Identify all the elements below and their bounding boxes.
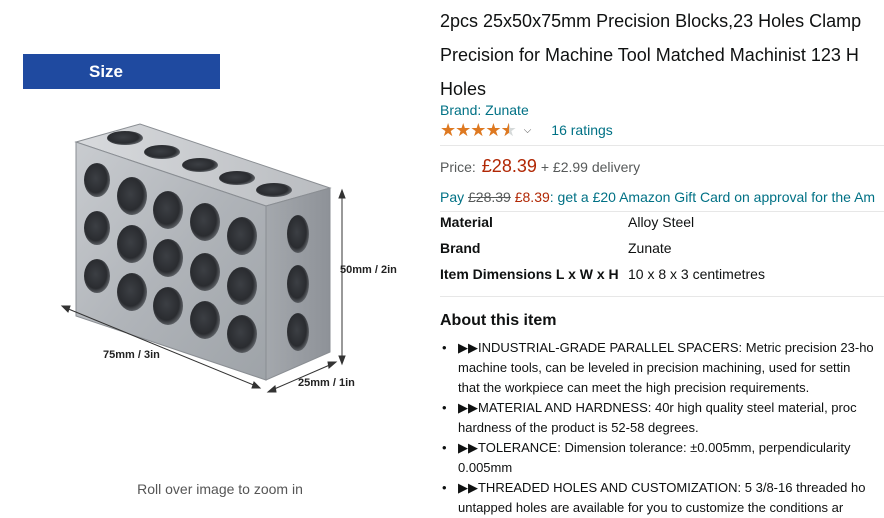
list-item: • ▶▶THREADED HOLES AND CUSTOMIZATION: 5 … [440, 478, 884, 518]
about-item-heading: About this item [440, 312, 557, 329]
spec-key: Item Dimensions L x W x H [440, 266, 619, 282]
bullet-line: ▶▶THREADED HOLES AND CUSTOMIZATION: 5 3/… [458, 480, 866, 495]
gift-card-promo[interactable]: Pay £28.39 £8.39: get a £20 Amazon Gift … [440, 189, 875, 205]
star-icon: ★ [470, 120, 486, 140]
bullet-line: ▶▶TOLERANCE: Dimension tolerance: ±0.005… [458, 440, 851, 455]
spec-key: Brand [440, 240, 481, 256]
half-star-icon: ★ [501, 121, 517, 139]
price-row: Price: £28.39 + £2.99 delivery [440, 156, 640, 177]
product-image-panel[interactable]: Size 50mm / 2in 75mm / 3in 25mm / 1in Ro… [0, 0, 430, 515]
price-label: Price: [440, 159, 476, 175]
star-rating[interactable]: ★ ★ ★ ★ ★ [440, 120, 517, 140]
bullet-dot-icon: • [442, 400, 447, 415]
title-line: 2pcs 25x50x75mm Precision Blocks,23 Hole… [440, 11, 862, 31]
spec-value: 10 x 8 x 3 centimetres [628, 266, 765, 282]
spec-value: Zunate [628, 240, 672, 256]
bullet-line: hardness of the product is 52-58 degrees… [458, 420, 699, 435]
title-line: Precision for Machine Tool Matched Machi… [440, 45, 859, 65]
list-item: • ▶▶INDUSTRIAL-GRADE PARALLEL SPACERS: M… [440, 338, 884, 398]
bullet-line: machine tools, can be leveled in precisi… [458, 360, 851, 375]
list-item: • ▶▶TOLERANCE: Dimension tolerance: ±0.0… [440, 438, 884, 478]
divider [440, 145, 884, 146]
ratings-count-link[interactable]: 16 ratings [551, 122, 612, 138]
bullet-line: that the workpiece can meet the high pre… [458, 380, 810, 395]
bullet-dot-icon: • [442, 480, 447, 495]
title-line: Holes [440, 79, 487, 99]
promo-new-price: £8.39 [514, 189, 550, 205]
bullet-line: ▶▶MATERIAL AND HARDNESS: 40r high qualit… [458, 400, 857, 415]
bullet-line: 0.005mm [458, 460, 513, 475]
divider [440, 296, 884, 297]
price-value: £28.39 [481, 156, 537, 176]
height-dimension-label: 50mm / 2in [340, 264, 397, 276]
chevron-down-icon[interactable]: ⌵ [524, 125, 532, 136]
brand-link[interactable]: Brand: Zunate [440, 102, 529, 118]
width-dimension-label: 25mm / 1in [298, 377, 355, 389]
rating-row: ★ ★ ★ ★ ★ ⌵ 16 ratings [440, 120, 613, 140]
zoom-hint: Roll over image to zoom in [137, 481, 303, 497]
star-icon: ★ [485, 120, 501, 140]
bullet-dot-icon: • [442, 440, 447, 455]
side-holes [287, 215, 309, 351]
star-icon: ★ [455, 120, 471, 140]
bullet-line: untapped holes are available for you to … [458, 500, 844, 515]
list-item: • ▶▶MATERIAL AND HARDNESS: 40r high qual… [440, 398, 884, 438]
spec-value: Alloy Steel [628, 214, 695, 230]
size-banner: Size [23, 54, 220, 89]
promo-pay-text: Pay [440, 189, 465, 205]
divider [440, 211, 884, 212]
product-image[interactable]: 50mm / 2in 75mm / 3in 25mm / 1in [40, 110, 420, 400]
feature-bullets: • ▶▶INDUSTRIAL-GRADE PARALLEL SPACERS: M… [440, 338, 884, 518]
promo-old-price: £28.39 [468, 189, 511, 205]
length-dimension-label: 75mm / 3in [103, 349, 160, 361]
star-icon: ★ [440, 120, 456, 140]
spec-key: Material [440, 214, 493, 230]
product-title: 2pcs 25x50x75mm Precision Blocks,23 Hole… [440, 4, 884, 106]
bullet-dot-icon: • [442, 340, 447, 355]
delivery-charge: + £2.99 delivery [540, 159, 641, 175]
bullet-line: ▶▶INDUSTRIAL-GRADE PARALLEL SPACERS: Met… [458, 340, 874, 355]
promo-text: : get a £20 Amazon Gift Card on approval… [549, 189, 876, 205]
